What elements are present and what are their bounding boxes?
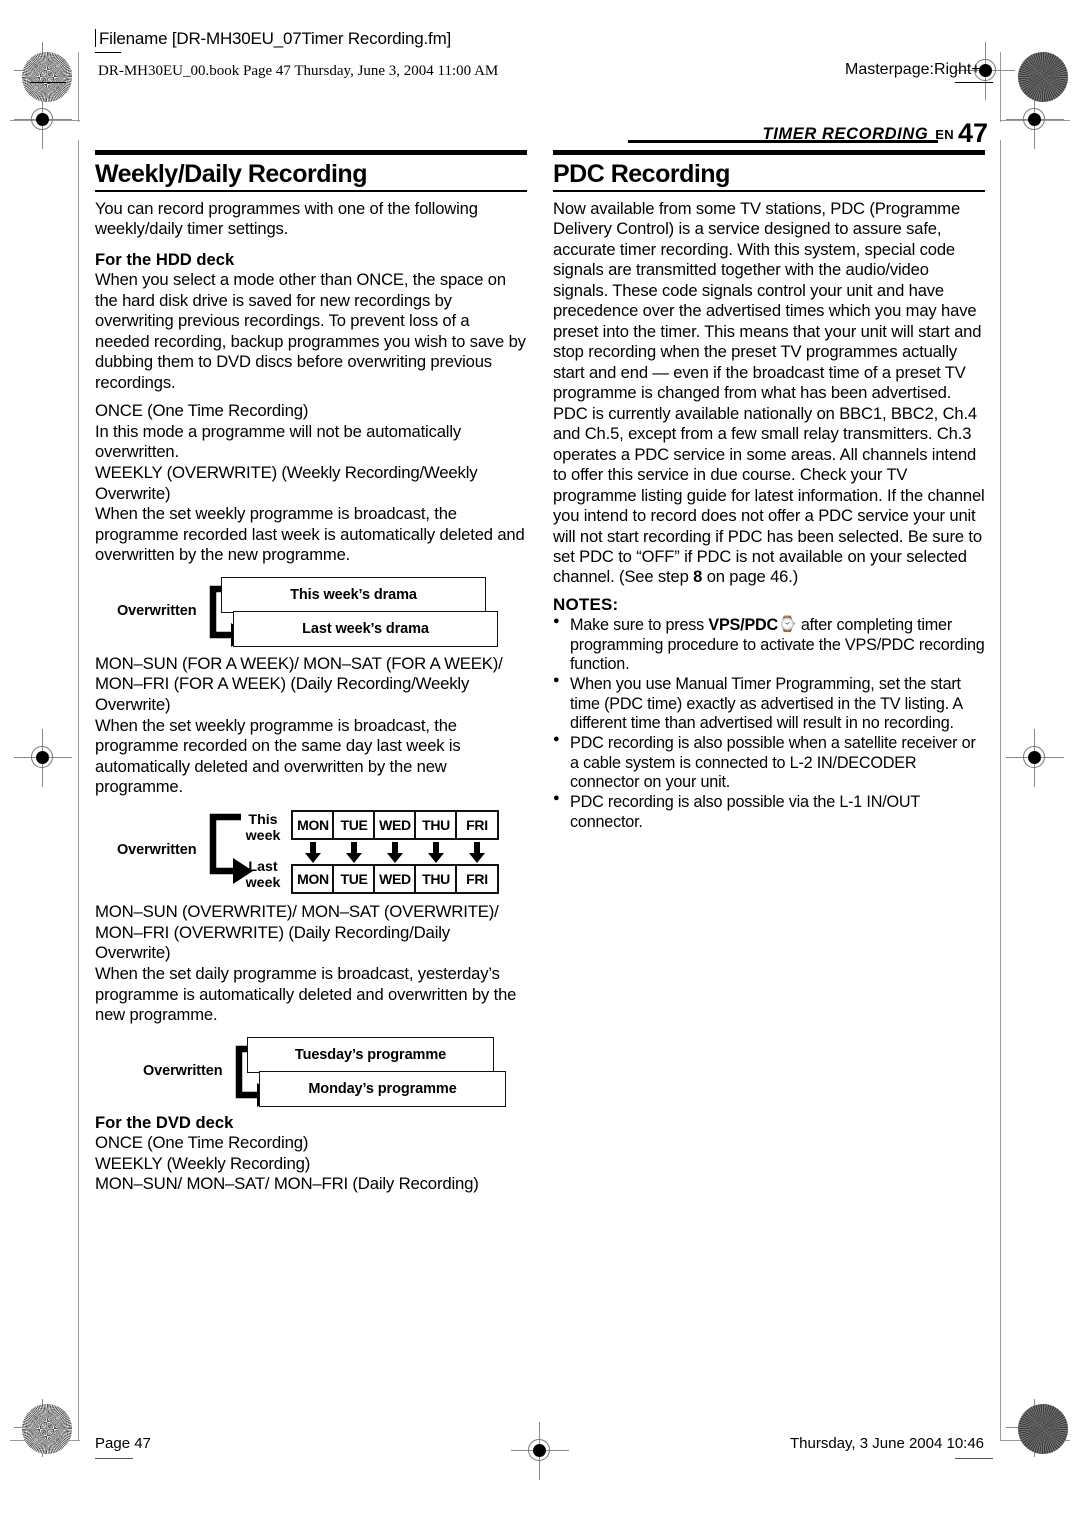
- dvd-subhead: For the DVD deck: [95, 1112, 234, 1132]
- mode-weekly-label: WEEKLY (OVERWRITE) (Weekly Recording/Wee…: [95, 462, 478, 503]
- figure-days-last-week-label: Last week: [239, 858, 287, 892]
- dvd-mode-once: ONCE (One Time Recording): [95, 1133, 309, 1153]
- daybox-this-tue: TUE: [332, 809, 376, 840]
- daybox-this-thu: THU: [414, 809, 458, 840]
- footer-timestamp: Thursday, 3 June 2004 10:46: [790, 1435, 985, 1452]
- mode-once-label: ONCE (One Time Recording): [95, 401, 309, 421]
- mode-daily-label: MON–SUN (OVERWRITE)/ MON–SAT (OVERWRITE)…: [95, 901, 499, 963]
- trim-line-left-vertical: [78, 52, 79, 122]
- running-head-page-number: 47: [957, 118, 988, 148]
- mode-once-body: In this mode a programme will not be aut…: [95, 421, 462, 462]
- masterpage-label: Masterpage:Right+: [845, 61, 981, 78]
- left-intro-paragraph: You can record programmes with one of th…: [95, 198, 478, 239]
- document-page: Filename [DR-MH30EU_07Timer Recording.fm…: [0, 0, 1080, 1528]
- last-week-line2: week: [245, 874, 281, 891]
- figure-weekly-overwrite: Overwritten This week’s drama Last week’…: [95, 575, 527, 651]
- note-item-4: PDC recording is also possible via the L…: [553, 792, 985, 832]
- down-arrow-icon-mon: [305, 841, 321, 863]
- masterpage-underline: [955, 82, 993, 83]
- left-title-rule-bottom: [95, 190, 527, 192]
- color-rosette-bottom-left: [22, 1404, 72, 1454]
- figure-daily-top-box: Tuesday’s programme: [247, 1036, 494, 1073]
- figure-daily-bottom-box: Monday’s programme: [259, 1070, 506, 1107]
- footer-page-underline: [95, 1458, 133, 1459]
- figure-days-this-week-label: This week: [239, 811, 287, 845]
- frame-filename: Filename [DR-MH30EU_07Timer Recording.fm…: [95, 29, 451, 49]
- mode-daily-body: When the set daily programme is broadcas…: [95, 964, 517, 1025]
- pdc-step-number: 8: [693, 567, 703, 587]
- registration-mark-right-middle: [1006, 729, 1064, 787]
- running-head-rule: [628, 140, 938, 143]
- mode-week-label: MON–SUN (FOR A WEEK)/ MON–SAT (FOR A WEE…: [95, 653, 503, 715]
- daybox-last-mon: MON: [291, 863, 335, 894]
- clock-icon: ⌚: [778, 615, 797, 633]
- pdc-body-text: Now available from some TV stations, PDC…: [553, 198, 985, 587]
- figure-weekday-grid: Overwritten This week Last week MON TUE …: [95, 806, 527, 898]
- footer-timestamp-underline: [955, 1458, 993, 1459]
- figure-weekly-overwritten-label: Overwritten: [117, 602, 197, 619]
- right-section-title: PDC Recording: [553, 160, 730, 188]
- right-title-rule-bottom: [553, 190, 985, 192]
- daybox-this-fri: FRI: [455, 809, 499, 840]
- registration-mark-bottom-center: [511, 1422, 569, 1480]
- daybox-last-fri: FRI: [455, 863, 499, 894]
- note-item-1: Make sure to press VPS/PDC⌚ after comple…: [553, 615, 985, 675]
- left-title-rule-top: [95, 150, 527, 155]
- frame-filename-underline: [95, 52, 121, 53]
- trim-line-right-vertical-lower: [1000, 140, 1001, 1440]
- this-week-line1: This: [248, 811, 278, 828]
- daybox-this-mon: MON: [291, 809, 335, 840]
- registration-mark-left-middle: [14, 729, 72, 787]
- footer-page-label: Page 47: [95, 1435, 151, 1452]
- pdc-body-tail: on page 46.): [702, 567, 799, 587]
- left-section-title: Weekly/Daily Recording: [95, 160, 367, 188]
- notes-title: NOTES:: [553, 594, 619, 614]
- dvd-mode-daily: MON–SUN/ MON–SAT/ MON–FRI (Daily Recordi…: [95, 1174, 479, 1194]
- running-head: TIMER RECORDING EN 47: [763, 118, 988, 149]
- frame-filename-text: Filename [DR-MH30EU_07Timer Recording.fm…: [99, 29, 452, 48]
- note-1-button-label: VPS/PDC: [708, 615, 779, 634]
- right-column: PDC Recording Now available from some TV…: [553, 150, 985, 832]
- right-title-rule-top: [553, 150, 985, 155]
- registration-mark-right-upper: [1006, 91, 1064, 149]
- daybox-last-tue: TUE: [332, 863, 376, 894]
- registration-mark-left-upper: [14, 91, 72, 149]
- figure-daily-overwrite: Overwritten Tuesday’s programme Monday’s…: [95, 1035, 527, 1111]
- hdd-body-paragraph: When you select a mode other than ONCE, …: [95, 270, 526, 392]
- figure-weekly-bottom-box: Last week’s drama: [233, 610, 498, 647]
- pdc-body-paragraph: Now available from some TV stations, PDC…: [553, 199, 985, 588]
- daybox-this-wed: WED: [373, 809, 417, 840]
- trim-line-left-vertical-lower: [78, 140, 79, 1440]
- down-arrow-icon-tue: [346, 841, 362, 863]
- book-source-line: DR-MH30EU_00.book Page 47 Thursday, June…: [98, 63, 499, 79]
- running-head-lang: EN: [935, 127, 954, 142]
- color-rosette-top-right: [1018, 52, 1068, 102]
- notes-list: Make sure to press VPS/PDC⌚ after comple…: [553, 615, 985, 832]
- down-arrow-icon-wed: [387, 841, 403, 863]
- figure-weekly-top-box: This week’s drama: [221, 576, 486, 613]
- bookline-underline: [30, 82, 66, 83]
- down-arrow-icon-fri: [469, 841, 485, 863]
- left-column: Weekly/Daily Recording You can record pr…: [95, 150, 527, 1195]
- daybox-last-thu: THU: [414, 863, 458, 894]
- color-rosette-top-left: [22, 52, 72, 102]
- hdd-subhead: For the HDD deck: [95, 249, 235, 269]
- daybox-last-wed: WED: [373, 863, 417, 894]
- mode-week-body: When the set weekly programme is broadca…: [95, 715, 461, 797]
- note-item-3: PDC recording is also possible when a sa…: [553, 733, 985, 793]
- dvd-mode-weekly: WEEKLY (Weekly Recording): [95, 1153, 311, 1173]
- this-week-line2: week: [245, 827, 281, 844]
- note-item-2: When you use Manual Timer Programming, s…: [553, 674, 985, 734]
- figure-daily-overwritten-label: Overwritten: [143, 1062, 223, 1079]
- figure-days-overwritten-label: Overwritten: [117, 841, 197, 858]
- color-rosette-bottom-right: [1018, 1404, 1068, 1454]
- last-week-line1: Last: [248, 858, 278, 875]
- mode-weekly-body: When the set weekly programme is broadca…: [95, 504, 525, 565]
- down-arrow-icon-thu: [428, 841, 444, 863]
- note-1-pre: Make sure to press: [570, 615, 709, 634]
